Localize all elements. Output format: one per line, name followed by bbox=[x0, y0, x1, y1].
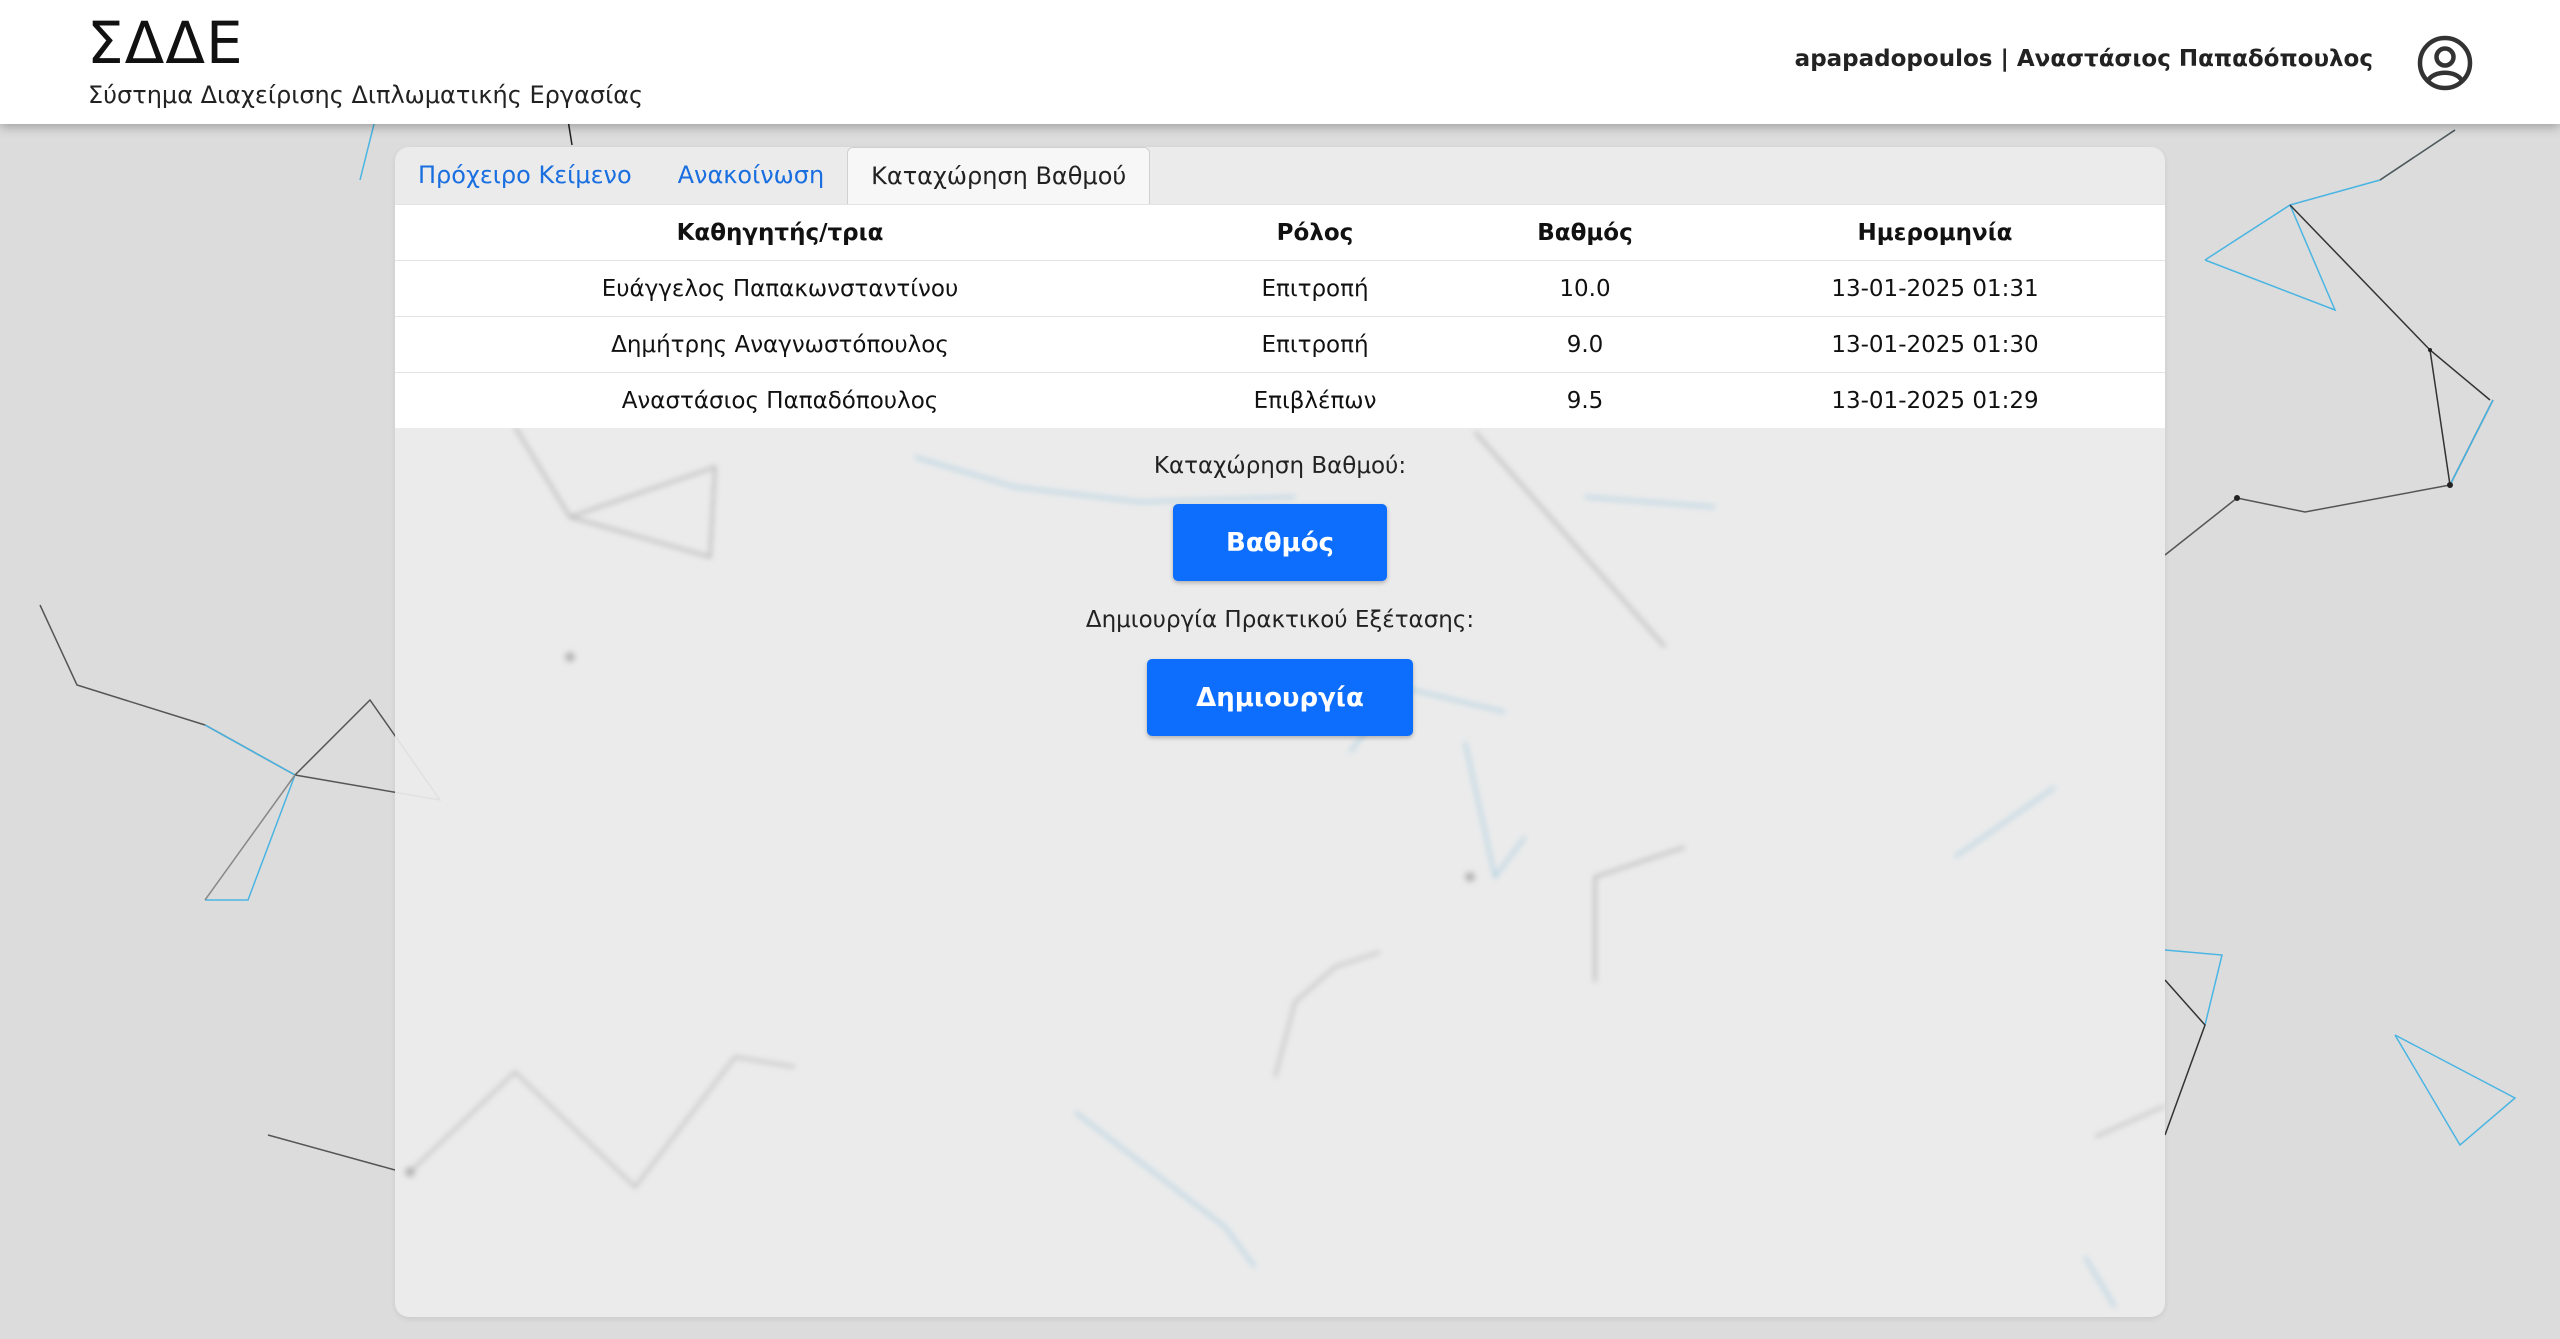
grades-table: Καθηγητής/τρια Ρόλος Βαθμός Ημερομηνία Ε… bbox=[395, 204, 2165, 428]
tab-announcement[interactable]: Ανακοίνωση bbox=[655, 147, 848, 204]
grade-entry-label: Καταχώρηση Βαθμού: bbox=[1153, 453, 1407, 479]
cell-professor: Ευάγγελος Παπακωνσταντίνου bbox=[395, 260, 1165, 317]
column-header-date: Ημερομηνία bbox=[1705, 204, 2165, 261]
column-header-role: Ρόλος bbox=[1165, 204, 1465, 261]
exam-report-label: Δημιουργία Πρακτικού Εξέτασης: bbox=[1085, 607, 1475, 633]
top-header: ΣΔΔΕ Σύστημα Διαχείρισης Διπλωματικής Ερ… bbox=[0, 0, 2560, 124]
cell-role: Επιτροπή bbox=[1165, 316, 1465, 373]
table-row: Δημήτρης Αναγνωστόπουλος Επιτροπή 9.0 13… bbox=[395, 316, 2165, 373]
column-header-grade: Βαθμός bbox=[1465, 204, 1705, 261]
cell-professor: Δημήτρης Αναγνωστόπουλος bbox=[395, 316, 1165, 373]
table-row: Ευάγγελος Παπακωνσταντίνου Επιτροπή 10.0… bbox=[395, 260, 2165, 317]
tab-bar: Πρόχειρο Κείμενο Ανακοίνωση Καταχώρηση Β… bbox=[395, 147, 1151, 204]
cell-date: 13-01-2025 01:29 bbox=[1705, 372, 2165, 428]
create-report-button[interactable]: Δημιουργία bbox=[1147, 659, 1413, 736]
column-header-professor: Καθηγητής/τρια bbox=[395, 204, 1165, 261]
user-circle-icon[interactable] bbox=[2416, 34, 2474, 92]
cell-professor: Αναστάσιος Παπαδόπουλος bbox=[395, 372, 1165, 428]
app-subtitle: Σύστημα Διαχείρισης Διπλωματικής Εργασία… bbox=[88, 81, 644, 109]
cell-date: 13-01-2025 01:31 bbox=[1705, 260, 2165, 317]
cell-grade: 9.5 bbox=[1465, 372, 1705, 428]
tab-grade-entry[interactable]: Καταχώρηση Βαθμού bbox=[847, 147, 1151, 204]
thesis-panel: Πρόχειρο Κείμενο Ανακοίνωση Καταχώρηση Β… bbox=[395, 147, 2165, 1317]
grade-button[interactable]: Βαθμός bbox=[1173, 504, 1387, 581]
user-info: apapadopoulos | Αναστάσιος Παπαδόπουλος bbox=[1794, 46, 2373, 72]
cell-role: Επιτροπή bbox=[1165, 260, 1465, 317]
cell-date: 13-01-2025 01:30 bbox=[1705, 316, 2165, 373]
tab-draft-text[interactable]: Πρόχειρο Κείμενο bbox=[395, 147, 655, 204]
table-row: Αναστάσιος Παπαδόπουλος Επιβλέπων 9.5 13… bbox=[395, 372, 2165, 428]
table-header-row: Καθηγητής/τρια Ρόλος Βαθμός Ημερομηνία bbox=[395, 204, 2165, 261]
cell-grade: 9.0 bbox=[1465, 316, 1705, 373]
cell-role: Επιβλέπων bbox=[1165, 372, 1465, 428]
cell-grade: 10.0 bbox=[1465, 260, 1705, 317]
app-title: ΣΔΔΕ bbox=[87, 9, 244, 77]
